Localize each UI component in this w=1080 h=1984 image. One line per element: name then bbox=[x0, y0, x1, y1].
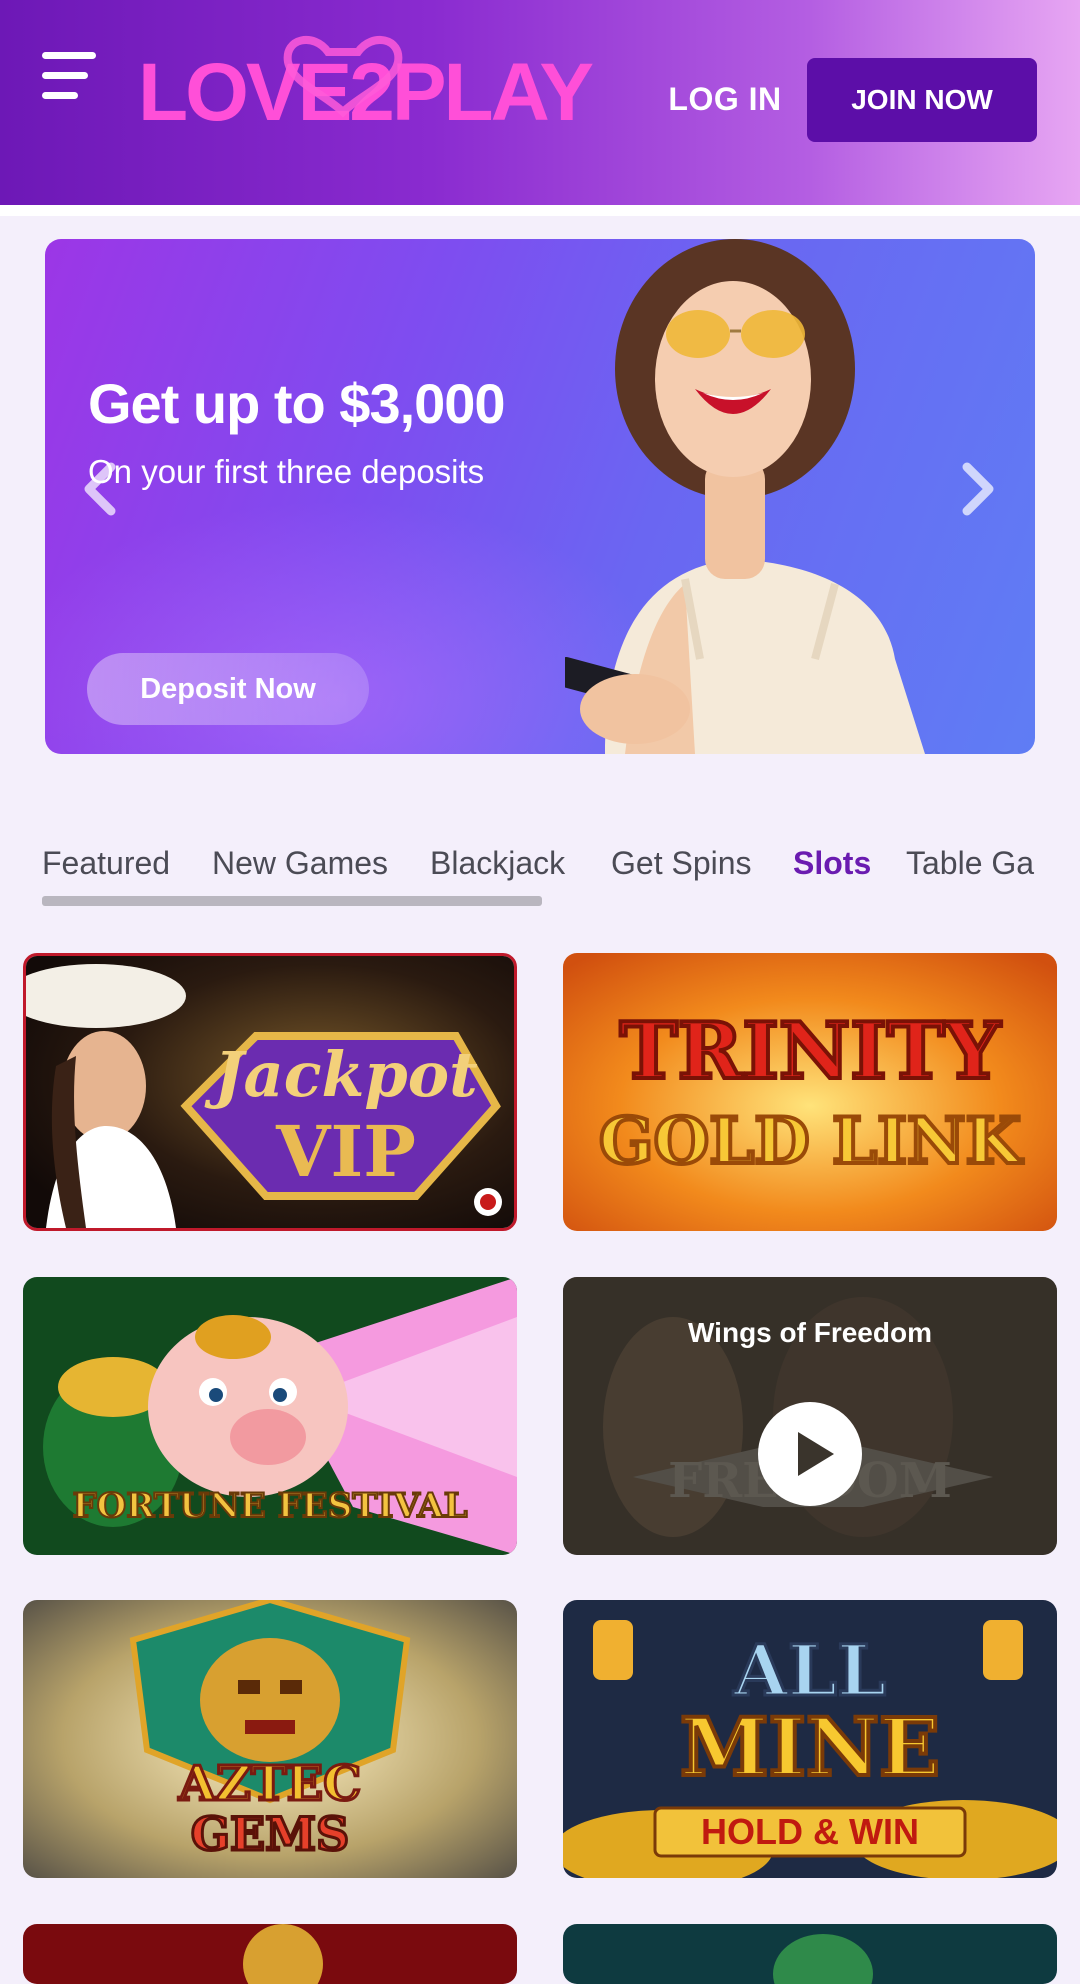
game-tile-aztec-gems[interactable]: AZTEC GEMS bbox=[23, 1600, 517, 1878]
game-tile-jackpot-vip[interactable]: Jackpot VIP bbox=[23, 953, 517, 1231]
game-tile-trinity-gold-link[interactable]: TRINITY GOLD LINK bbox=[563, 953, 1057, 1231]
site-header: LOVE2PLAY LOG IN JOIN NOW bbox=[0, 0, 1080, 205]
game-tile-all-mine[interactable]: ALL MINE HOLD & WIN bbox=[563, 1600, 1057, 1878]
tab-new-games[interactable]: New Games bbox=[212, 838, 388, 888]
tab-table-games[interactable]: Table Ga bbox=[906, 838, 1034, 888]
svg-text:FORTUNE FESTIVAL: FORTUNE FESTIVAL bbox=[72, 1486, 467, 1526]
game-tile-wings-of-freedom[interactable]: FREEDOM Wings of Freedom bbox=[563, 1277, 1057, 1555]
svg-text:GEMS: GEMS bbox=[191, 1807, 349, 1861]
tabs-scrollbar[interactable] bbox=[42, 896, 542, 906]
svg-text:Jackpot: Jackpot bbox=[204, 1038, 478, 1111]
join-now-button[interactable]: JOIN NOW bbox=[807, 58, 1037, 142]
log-in-link[interactable]: LOG IN bbox=[660, 74, 790, 124]
carousel-next-icon[interactable] bbox=[953, 459, 1003, 519]
tab-featured[interactable]: Featured bbox=[42, 838, 170, 888]
category-tabs: Featured New Games Blackjack Get Spins S… bbox=[0, 838, 1080, 898]
svg-text:HOLD & WIN: HOLD & WIN bbox=[701, 1811, 919, 1852]
banner-subtitle: On your first three deposits bbox=[88, 453, 485, 490]
tab-slots[interactable]: Slots bbox=[793, 838, 871, 888]
promo-banner[interactable]: Get up to $3,000 On your first three dep… bbox=[45, 239, 1035, 754]
love2play-logo[interactable]: LOVE2PLAY bbox=[138, 30, 618, 130]
game-title-overlay: Wings of Freedom bbox=[688, 1317, 932, 1348]
svg-text:MINE: MINE bbox=[680, 1700, 940, 1794]
play-icon[interactable] bbox=[758, 1402, 862, 1506]
svg-text:AZTEC: AZTEC bbox=[178, 1756, 362, 1812]
svg-text:GOLD LINK: GOLD LINK bbox=[599, 1104, 1024, 1179]
game-tile-partial-right[interactable] bbox=[563, 1924, 1057, 1984]
deposit-now-button[interactable]: Deposit Now bbox=[87, 653, 369, 725]
tab-blackjack[interactable]: Blackjack bbox=[430, 838, 565, 888]
game-tile-fortune-festival[interactable]: FORTUNE FESTIVAL bbox=[23, 1277, 517, 1555]
hamburger-menu-icon[interactable] bbox=[38, 48, 100, 108]
banner-title: Get up to $3,000 bbox=[88, 372, 506, 435]
svg-text:TRINITY: TRINITY bbox=[620, 1006, 1002, 1097]
carousel-prev-icon[interactable] bbox=[75, 459, 125, 519]
svg-text:LOVE2PLAY: LOVE2PLAY bbox=[138, 47, 593, 130]
svg-text:VIP: VIP bbox=[275, 1110, 416, 1193]
game-tile-partial-left[interactable] bbox=[23, 1924, 517, 1984]
header-divider bbox=[0, 205, 1080, 216]
tab-get-spins[interactable]: Get Spins bbox=[611, 838, 752, 888]
